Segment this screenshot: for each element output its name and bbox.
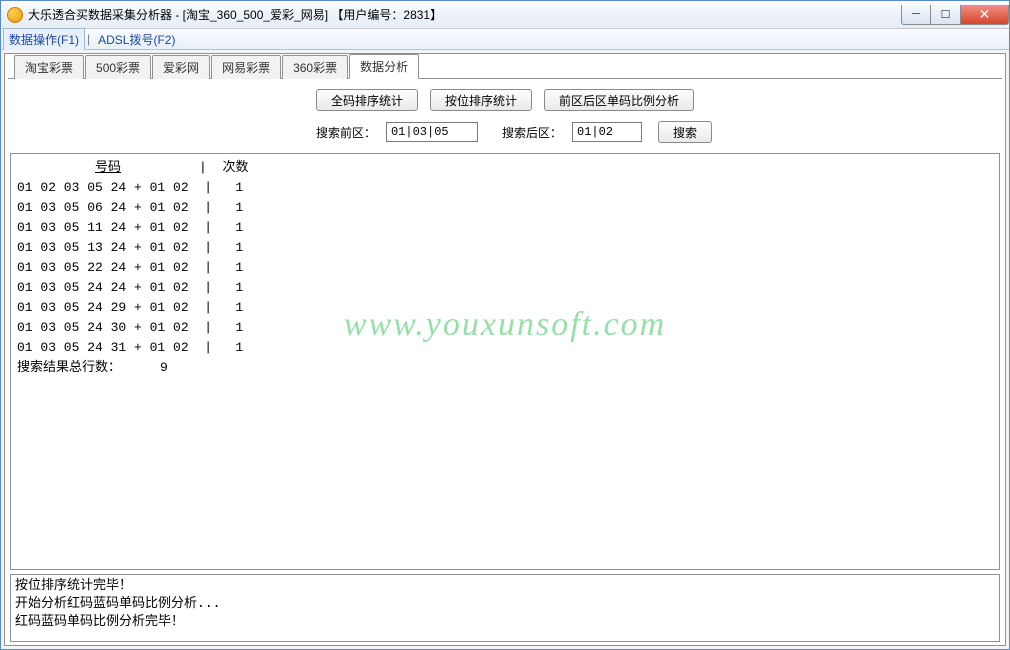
window-title: 大乐透合买数据采集分析器 - [淘宝_360_500_爱彩_网易] 【用户编号：… [28, 6, 442, 23]
result-row: 01 03 05 22 24 + 01 02 | 1 [17, 258, 993, 278]
tab-500[interactable]: 500彩票 [85, 55, 151, 79]
back-input[interactable] [572, 122, 642, 142]
result-row: 01 03 05 24 31 + 01 02 | 1 [17, 338, 993, 358]
close-button[interactable]: ✕ [961, 5, 1009, 25]
tab-aicai[interactable]: 爱彩网 [152, 55, 210, 79]
menu-separator: | [87, 32, 90, 46]
results-panel: 号码 | 次数01 02 03 05 24 + 01 02 | 101 03 0… [10, 153, 1000, 570]
front-label: 搜索前区： [316, 124, 376, 141]
result-row: 01 03 05 24 24 + 01 02 | 1 [17, 278, 993, 298]
result-row: 01 03 05 24 29 + 01 02 | 1 [17, 298, 993, 318]
tab-wangyi[interactable]: 网易彩票 [211, 55, 281, 79]
front-input[interactable] [386, 122, 478, 142]
search-button[interactable]: 搜索 [658, 121, 712, 143]
tab-360[interactable]: 360彩票 [282, 55, 348, 79]
result-row: 01 03 05 06 24 + 01 02 | 1 [17, 198, 993, 218]
tab-taobao[interactable]: 淘宝彩票 [14, 55, 84, 79]
menu-data-ops[interactable]: 数据操作(F1) [3, 28, 85, 51]
result-row: 01 02 03 05 24 + 01 02 | 1 [17, 178, 993, 198]
menubar: 数据操作(F1) | ADSL拨号(F2) [1, 29, 1009, 50]
toolbar: 全码排序统计 按位排序统计 前区后区单码比例分析 [10, 81, 1000, 117]
back-label: 搜索后区： [502, 124, 562, 141]
pos-sort-button[interactable]: 按位排序统计 [430, 89, 532, 111]
app-icon [7, 7, 23, 23]
log-line: 红码蓝码单码比例分析完毕！ [15, 613, 995, 631]
result-row: 01 03 05 13 24 + 01 02 | 1 [17, 238, 993, 258]
result-row: 01 03 05 24 30 + 01 02 | 1 [17, 318, 993, 338]
log-line: 开始分析红码蓝码单码比例分析... [15, 595, 995, 613]
tab-body: 全码排序统计 按位排序统计 前区后区单码比例分析 搜索前区： 搜索后区： 搜索 … [8, 79, 1002, 642]
minimize-button[interactable]: ─ [901, 5, 931, 25]
menu-adsl[interactable]: ADSL拨号(F2) [92, 28, 181, 51]
full-sort-button[interactable]: 全码排序统计 [316, 89, 418, 111]
result-row: 01 03 05 11 24 + 01 02 | 1 [17, 218, 993, 238]
window-controls: ─ ☐ ✕ [901, 5, 1009, 25]
log-panel[interactable]: 按位排序统计完毕！ 开始分析红码蓝码单码比例分析... 红码蓝码单码比例分析完毕… [10, 574, 1000, 642]
app-window: 大乐透合买数据采集分析器 - [淘宝_360_500_爱彩_网易] 【用户编号：… [0, 0, 1010, 650]
tabstrip: 淘宝彩票 500彩票 爱彩网 网易彩票 360彩票 数据分析 [8, 57, 1002, 79]
search-row: 搜索前区： 搜索后区： 搜索 [10, 117, 1000, 153]
inner-panel: 淘宝彩票 500彩票 爱彩网 网易彩票 360彩票 数据分析 全码排序统计 按位… [4, 53, 1006, 646]
tab-analysis[interactable]: 数据分析 [349, 54, 419, 79]
maximize-button[interactable]: ☐ [931, 5, 961, 25]
client-area: 淘宝彩票 500彩票 爱彩网 网易彩票 360彩票 数据分析 全码排序统计 按位… [1, 50, 1009, 649]
titlebar[interactable]: 大乐透合买数据采集分析器 - [淘宝_360_500_爱彩_网易] 【用户编号：… [1, 1, 1009, 29]
results-header: 号码 | 次数 [17, 158, 993, 178]
ratio-button[interactable]: 前区后区单码比例分析 [544, 89, 694, 111]
results-summary: 搜索结果总行数： 9 [17, 358, 993, 378]
log-line: 按位排序统计完毕！ [15, 577, 995, 595]
